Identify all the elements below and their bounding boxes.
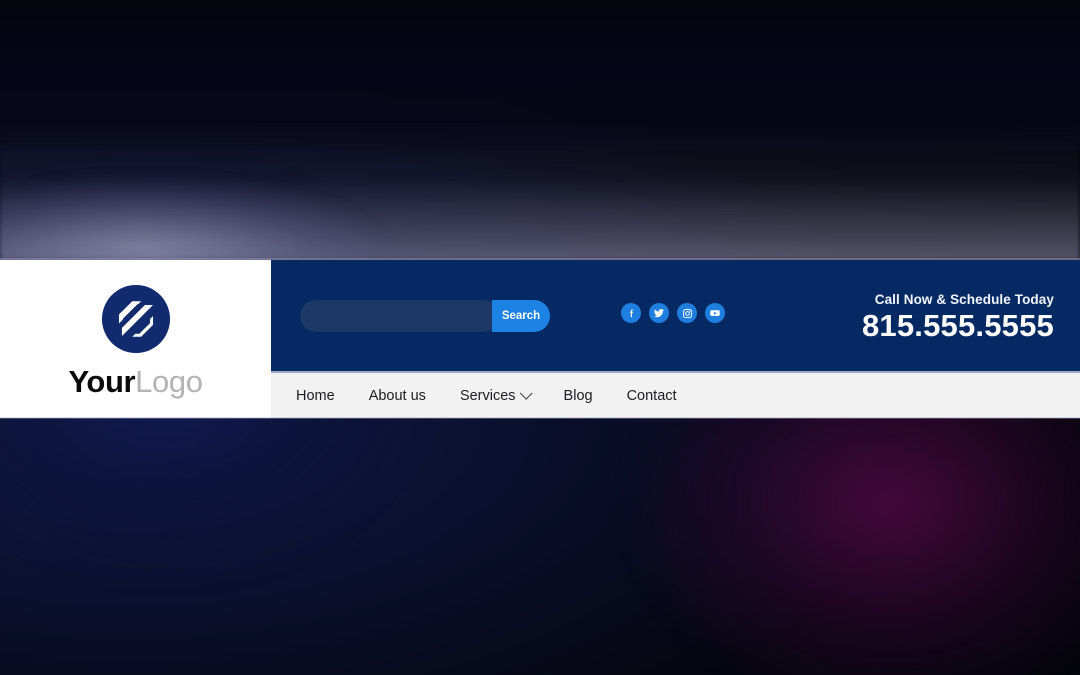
header-divider <box>271 371 1080 373</box>
page-stage: YourLogo Search Call Now & Schedule Toda… <box>0 0 1080 675</box>
nav-item-services[interactable]: Services <box>459 387 547 404</box>
logo-wordmark: YourLogo <box>68 366 202 397</box>
header-utility-bar: Search Call Now & Schedule Today 815.555… <box>271 260 1080 371</box>
circle-swoosh-logo-icon <box>101 284 170 353</box>
cta-label: Call Now & Schedule Today <box>874 292 1054 307</box>
facebook-icon[interactable] <box>621 303 641 323</box>
chevron-down-icon <box>519 387 533 400</box>
main-navigation: Home About us Services Blog Contact <box>271 373 1080 418</box>
nav-item-about-us[interactable]: About us <box>369 388 443 404</box>
nav-item-label: Home <box>296 387 335 404</box>
nav-item-label: Services <box>459 387 516 404</box>
call-to-action: Call Now & Schedule Today 815.555.5555 <box>862 292 1054 342</box>
cta-phone-number[interactable]: 815.555.5555 <box>862 309 1054 343</box>
background-horizon-highlight <box>0 150 476 262</box>
logo-text-secondary: Logo <box>135 363 203 399</box>
site-header: YourLogo Search Call Now & Schedule Toda… <box>0 260 1080 418</box>
search-box: Search <box>300 300 550 332</box>
nav-item-label: About us <box>368 387 426 404</box>
header-top-divider <box>0 258 1080 260</box>
nav-item-home[interactable]: Home <box>296 388 352 404</box>
header-bottom-divider <box>0 417 1080 419</box>
search-input[interactable] <box>300 300 500 332</box>
instagram-icon[interactable] <box>677 303 697 323</box>
nav-item-label: Blog <box>563 387 593 404</box>
search-button[interactable]: Search <box>492 300 550 332</box>
logo-panel[interactable]: YourLogo <box>0 260 271 418</box>
nav-list: Home About us Services Blog Contact <box>296 387 677 404</box>
social-links <box>621 303 725 323</box>
logo-text-primary: Your <box>68 363 136 399</box>
nav-item-blog[interactable]: Blog <box>564 388 610 404</box>
youtube-icon[interactable] <box>705 303 725 323</box>
twitter-icon[interactable] <box>649 303 669 323</box>
nav-item-label: Contact <box>626 387 677 404</box>
nav-item-contact[interactable]: Contact <box>627 388 677 404</box>
